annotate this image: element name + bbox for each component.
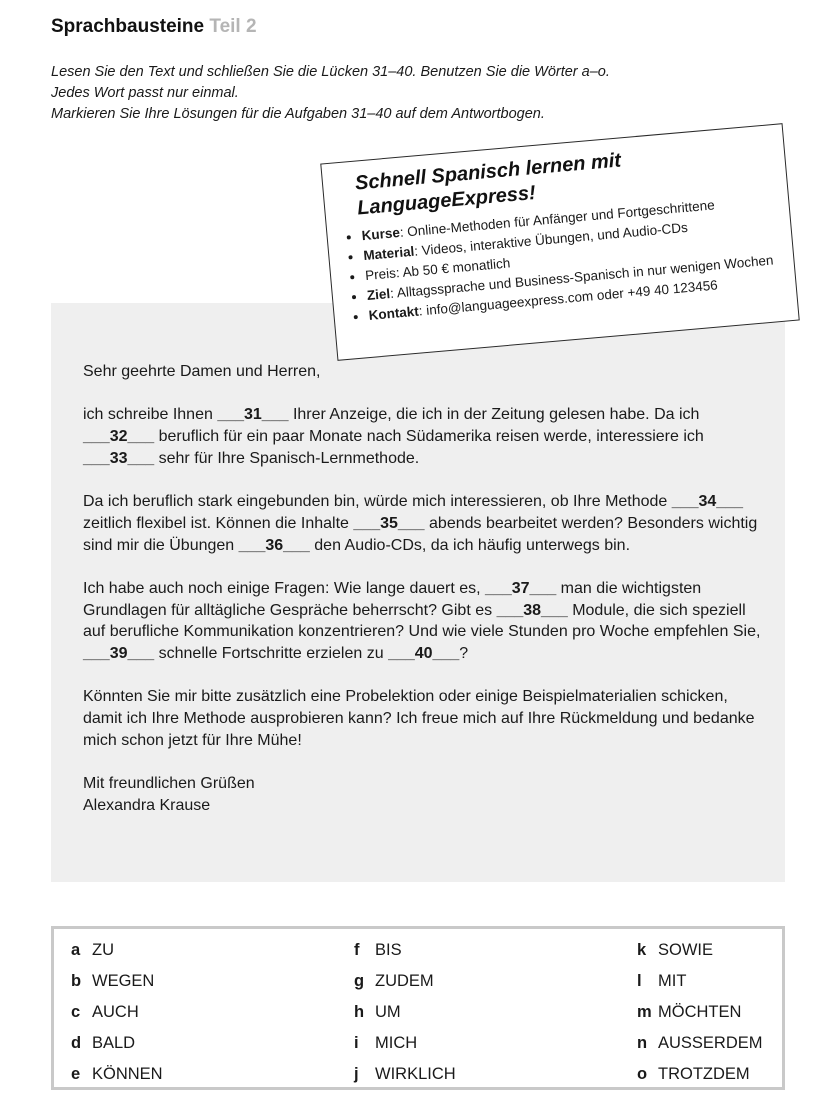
text-run: Ihrer Anzeige, die ich in der Zeitung ge…: [288, 406, 700, 424]
word-row: a ZU f BIS k SOWIE: [71, 935, 781, 966]
word-option: WIRKLICH: [375, 1065, 456, 1083]
ad-item-key: Ziel: [366, 286, 391, 304]
word-letter: o: [637, 1065, 648, 1083]
word-option: BALD: [92, 1034, 136, 1052]
advertisement-card: Schnell Spanisch lernen mit LanguageExpr…: [320, 123, 800, 361]
word-letter: e: [71, 1065, 81, 1083]
word-letter: g: [354, 972, 365, 990]
word-letter: i: [354, 1034, 359, 1052]
title-main: Sprachbausteine: [51, 16, 205, 37]
letter-text: Sehr geehrte Damen und Herren, ich schre…: [83, 361, 763, 817]
letter-paragraph-1: ich schreibe Ihnen ___31___ Ihrer Anzeig…: [83, 404, 763, 469]
word-row: c AUCH h UM m MÖCHTEN: [71, 997, 781, 1028]
word-option: SOWIE: [658, 941, 714, 959]
gap-37: ___37___: [485, 579, 557, 597]
text-run: beruflich für ein paar Monate nach Südam…: [154, 428, 704, 446]
word-letter: c: [71, 1003, 81, 1021]
instruction-line: Markieren Sie Ihre Lösungen für die Aufg…: [51, 106, 545, 122]
word-letter: n: [637, 1034, 648, 1052]
word-letter: b: [71, 972, 82, 990]
word-option: KÖNNEN: [92, 1065, 163, 1083]
word-bank-table: a ZU f BIS k SOWIE b WEGEN g ZUDEM l MIT c AUCH…: [71, 935, 781, 1090]
letter-greeting: Sehr geehrte Damen und Herren,: [83, 363, 321, 380]
word-row: e KÖNNEN j WIRKLICH o TROTZDEM: [71, 1059, 781, 1090]
ad-item-key: Kurse: [361, 224, 401, 244]
word-row: d BALD i MICH n AUSSERDEM: [71, 1028, 781, 1059]
text-run: ich schreibe Ihnen: [83, 406, 218, 424]
text-run: schnelle Fortschritte erzielen zu: [154, 645, 389, 663]
word-option: BIS: [375, 941, 402, 959]
letter-closing: Mit freundlichen Grüßen: [83, 775, 255, 793]
gap-38: ___38___: [496, 601, 568, 619]
title-part: Teil 2: [209, 16, 257, 37]
word-letter: k: [637, 941, 647, 959]
text-run: zeitlich flexibel ist. Können die Inhalt…: [83, 514, 354, 532]
word-option: MIT: [658, 972, 687, 990]
word-option: AUSSERDEM: [658, 1034, 763, 1052]
text-run: Da ich beruflich stark eingebunden bin, …: [83, 493, 672, 511]
word-option: ZUDEM: [375, 972, 434, 990]
word-option: ZU: [92, 941, 114, 959]
gap-40: ___40___: [388, 645, 460, 663]
instruction-line: Lesen Sie den Text und schließen Sie die…: [51, 64, 610, 80]
gap-33: ___33___: [83, 449, 155, 467]
instruction-line: Jedes Wort passt nur einmal.: [51, 85, 239, 101]
text-run: den Audio-CDs, da ich häufig unterwegs b…: [309, 536, 631, 554]
word-option: WEGEN: [92, 972, 155, 990]
text-run: ?: [459, 645, 469, 663]
word-bank: a ZU f BIS k SOWIE b WEGEN g ZUDEM l MIT c AUCH…: [51, 926, 785, 1090]
word-row: b WEGEN g ZUDEM l MIT: [71, 966, 781, 997]
gap-32: ___32___: [83, 428, 155, 446]
word-letter: a: [71, 941, 81, 959]
letter-paragraph-4: Könnten Sie mir bitte zusätzlich eine Pr…: [83, 688, 755, 749]
word-letter: f: [354, 941, 360, 959]
text-run: Ich habe auch noch einige Fragen: Wie la…: [83, 579, 486, 597]
word-option: AUCH: [92, 1003, 139, 1021]
ad-item-key: Material: [362, 243, 415, 264]
gap-39: ___39___: [83, 645, 155, 663]
gap-35: ___35___: [353, 514, 425, 532]
word-letter: m: [637, 1003, 652, 1021]
word-letter: l: [637, 972, 642, 990]
word-option: TROTZDEM: [658, 1065, 750, 1083]
gap-31: ___31___: [217, 406, 289, 424]
word-letter: j: [354, 1065, 359, 1083]
letter-paragraph-3: Ich habe auch noch einige Fragen: Wie la…: [83, 578, 763, 665]
instructions: Lesen Sie den Text und schließen Sie die…: [51, 62, 771, 125]
gap-34: ___34___: [671, 493, 743, 511]
word-letter: d: [71, 1034, 82, 1052]
ad-item-key: Kontakt: [368, 303, 420, 323]
text-run: sehr für Ihre Spanisch-Lernmethode.: [154, 449, 420, 467]
letter-signature: Alexandra Krause: [83, 796, 211, 814]
page-title: Sprachbausteine Teil 2: [51, 16, 257, 38]
word-option: MICH: [375, 1034, 418, 1052]
word-option: UM: [375, 1003, 401, 1021]
word-option: MÖCHTEN: [658, 1003, 742, 1021]
letter-paragraph-2: Da ich beruflich stark eingebunden bin, …: [83, 491, 763, 556]
word-letter: h: [354, 1003, 365, 1021]
gap-36: ___36___: [238, 536, 310, 554]
